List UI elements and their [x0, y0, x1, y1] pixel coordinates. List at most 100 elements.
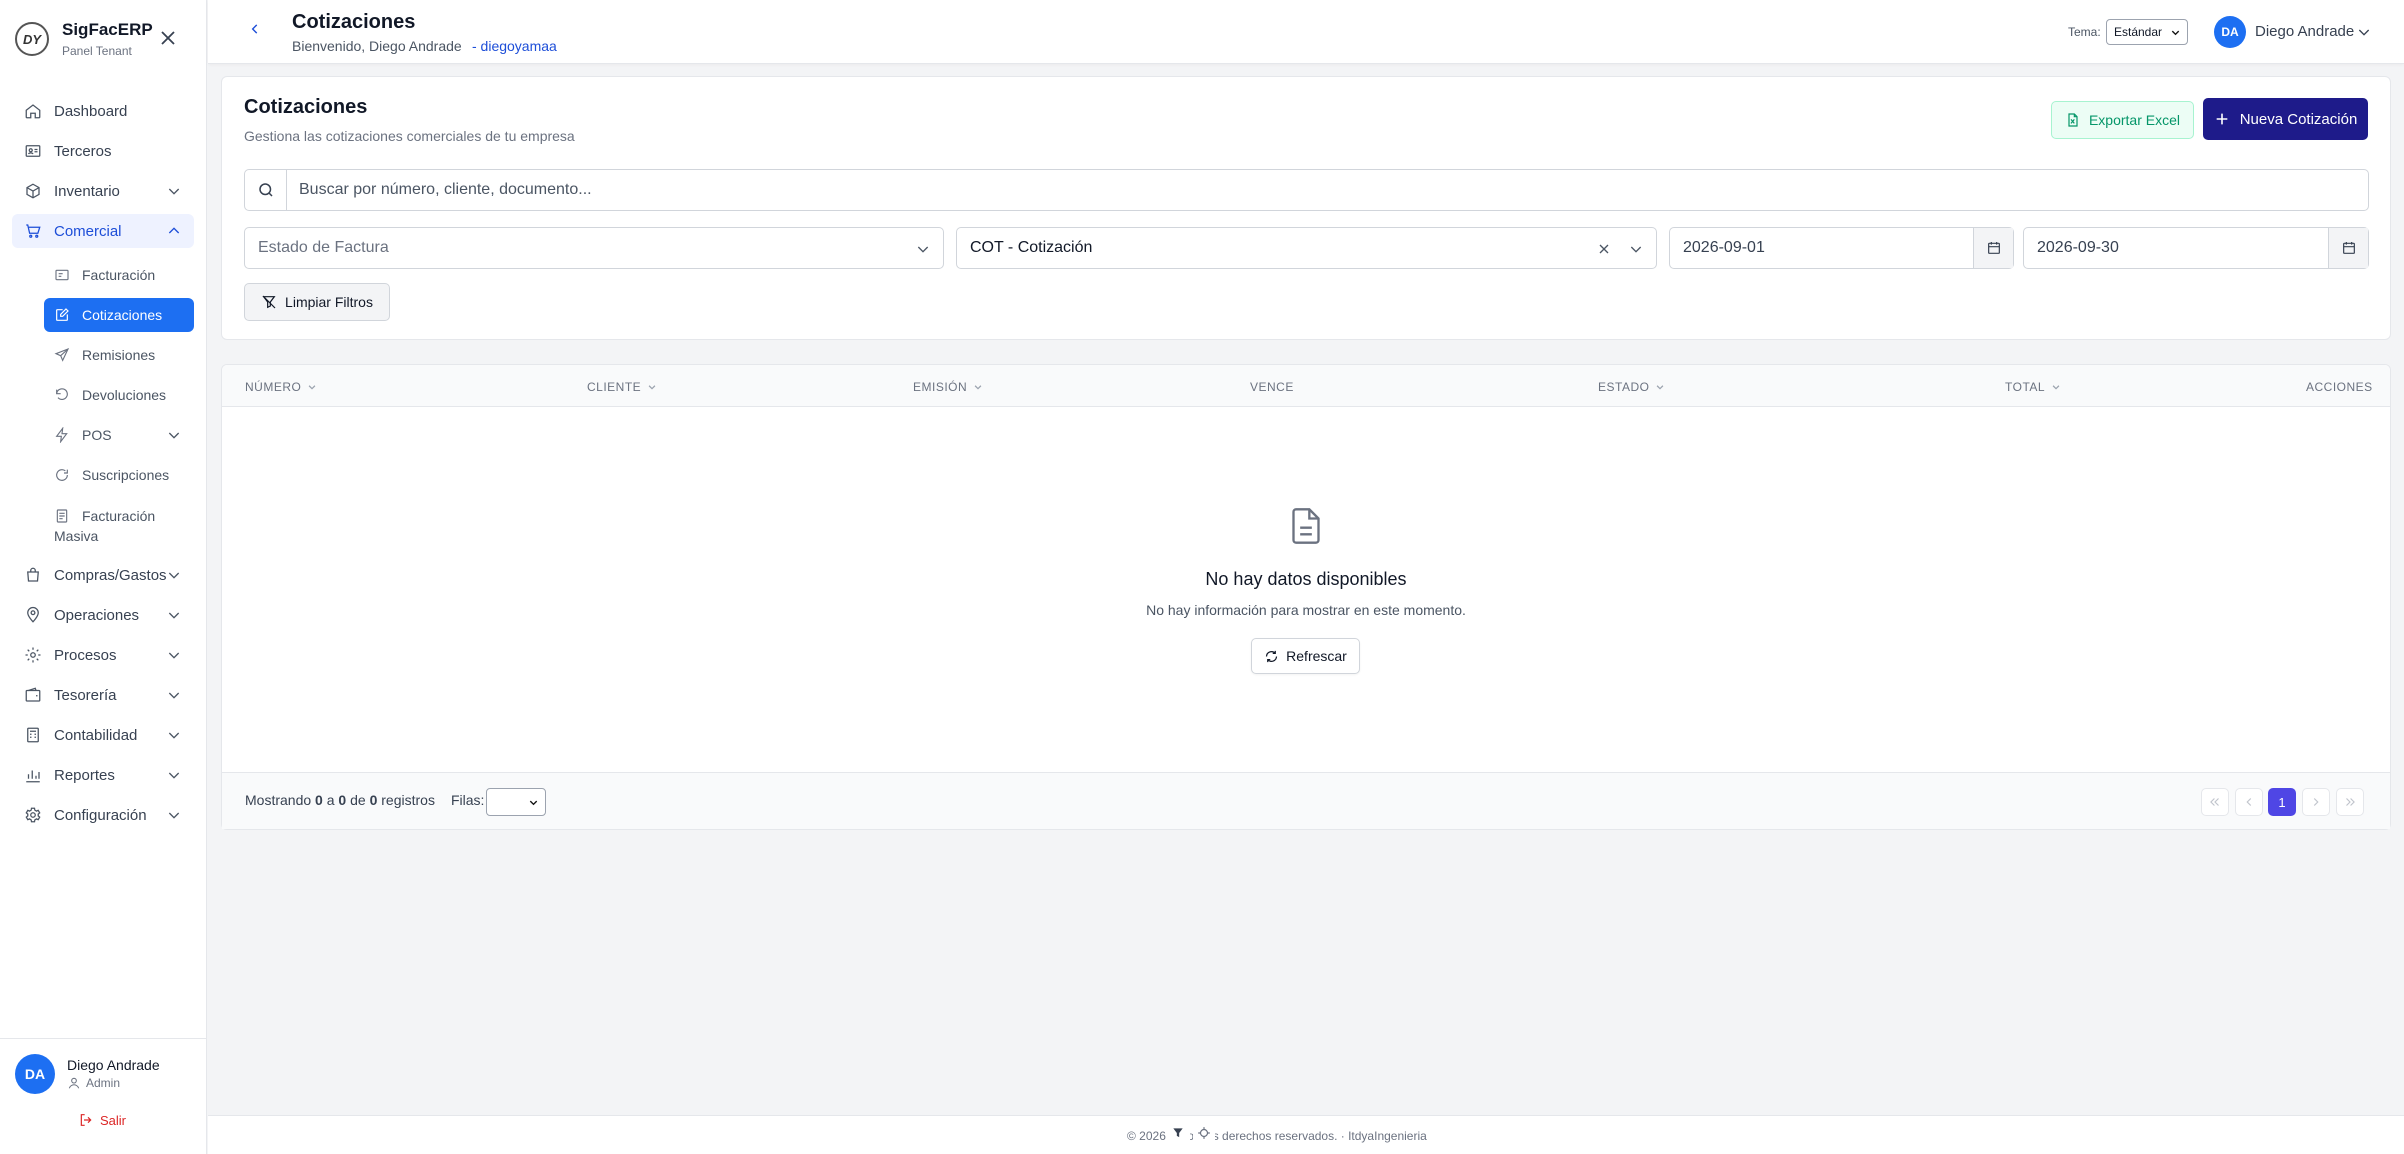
user-menu-chevron-icon[interactable]: [2356, 24, 2372, 40]
theme-value: Estándar: [2114, 25, 2163, 39]
refresh-label: Refrescar: [1286, 648, 1347, 664]
close-sidebar-icon[interactable]: [156, 26, 180, 50]
sidebar-item-tesoreria[interactable]: Tesorería: [12, 678, 194, 712]
settings-icon: [24, 806, 42, 824]
column-label: ACCIONES: [2306, 380, 2373, 394]
home-icon: [24, 102, 42, 120]
chevron-up-icon: [166, 223, 182, 239]
clear-filters-button[interactable]: Limpiar Filtros: [244, 283, 390, 321]
double-chevron-left-icon: [2210, 798, 2219, 806]
column-emision[interactable]: EMISIÓN: [913, 380, 983, 394]
date-from-input[interactable]: 2026-09-01: [1669, 227, 2014, 269]
user-icon: [67, 1076, 81, 1090]
sidebar-subitem-pos[interactable]: POS: [44, 418, 194, 452]
clear-selection-icon[interactable]: [1596, 241, 1612, 257]
first-page-button[interactable]: [2201, 788, 2229, 816]
user-role-row: Admin: [67, 1076, 120, 1090]
sidebar-subitem-facturacion-masiva[interactable]: Facturación Masiva: [44, 500, 194, 544]
next-page-button[interactable]: [2302, 788, 2330, 816]
brand-subtitle: Panel Tenant: [62, 44, 132, 58]
column-estado[interactable]: ESTADO: [1598, 380, 1665, 394]
bar-chart-icon: [24, 766, 42, 784]
theme-select[interactable]: Estándar: [2106, 19, 2188, 45]
table-footer: [222, 772, 2390, 829]
export-excel-button[interactable]: Exportar Excel: [2051, 101, 2194, 139]
logout-button[interactable]: Salir: [78, 1112, 126, 1128]
chevron-down-icon: [166, 807, 182, 823]
sidebar-item-compras[interactable]: Compras/Gastos: [12, 558, 194, 592]
filters-card: Cotizaciones Gestiona las cotizaciones c…: [221, 76, 2391, 340]
column-numero[interactable]: NÚMERO: [245, 380, 317, 394]
sidebar-subitem-facturacion[interactable]: Facturación: [44, 258, 194, 292]
tipo-documento-select[interactable]: COT - Cotización: [956, 227, 1657, 269]
sidebar-item-contabilidad[interactable]: Contabilidad: [12, 718, 194, 752]
avatar: DA: [15, 1054, 55, 1094]
prev-page-button[interactable]: [2235, 788, 2263, 816]
top-bar: Cotizaciones Bienvenido, Diego Andrade -…: [208, 0, 2404, 64]
tenant-link[interactable]: - diegoyamaa: [472, 38, 557, 54]
sidebar-item-terceros[interactable]: Terceros: [12, 134, 194, 168]
sidebar-item-dashboard[interactable]: Dashboard: [12, 94, 194, 128]
page-title: Cotizaciones: [244, 96, 368, 118]
estado-factura-select[interactable]: Estado de Factura: [244, 227, 944, 269]
sidebar-item-comercial[interactable]: Comercial: [12, 214, 194, 248]
sidebar-item-label: Dashboard: [54, 102, 128, 120]
search-icon: [245, 170, 287, 210]
calendar-icon[interactable]: [2328, 228, 2368, 268]
column-cliente[interactable]: CLIENTE: [587, 380, 657, 394]
sidebar-item-label: Cotizaciones: [82, 307, 163, 323]
sidebar-subitem-devoluciones[interactable]: Devoluciones: [44, 378, 194, 412]
refresh-button[interactable]: Refrescar: [1251, 638, 1360, 674]
filter-overlay-icon[interactable]: [1166, 1123, 1190, 1143]
sidebar-item-label: Procesos: [54, 646, 117, 664]
sidebar-item-procesos[interactable]: Procesos: [12, 638, 194, 672]
search-input[interactable]: Buscar por número, cliente, documento...: [287, 181, 592, 199]
cart-icon: [24, 222, 42, 240]
header-avatar[interactable]: DA: [2214, 16, 2246, 48]
header-user-name[interactable]: Diego Andrade: [2255, 23, 2354, 40]
new-quote-button[interactable]: Nueva Cotización: [2203, 98, 2368, 140]
chevron-down-icon: [166, 647, 182, 663]
export-label: Exportar Excel: [2088, 112, 2181, 128]
wallet-icon: [24, 686, 42, 704]
sidebar-item-reportes[interactable]: Reportes: [12, 758, 194, 792]
sidebar-item-configuracion[interactable]: Configuración: [12, 798, 194, 832]
sidebar-item-label: Comercial: [54, 222, 122, 240]
column-label: EMISIÓN: [913, 380, 968, 394]
sidebar-subitem-remisiones[interactable]: Remisiones: [44, 338, 194, 372]
empty-text: No hay información para mostrar en este …: [1146, 602, 1466, 618]
filter-clear-icon: [261, 294, 277, 310]
bolt-icon: [54, 427, 70, 443]
sidebar-item-operaciones[interactable]: Operaciones: [12, 598, 194, 632]
sidebar-item-label: POS: [82, 427, 112, 443]
edit-icon: [54, 307, 70, 323]
page-1-button[interactable]: 1: [2268, 788, 2296, 816]
sidebar-item-label: Remisiones: [82, 347, 156, 363]
column-total[interactable]: TOTAL: [2005, 380, 2061, 394]
calculator-icon: [24, 726, 42, 744]
clear-filters-label: Limpiar Filtros: [285, 294, 373, 310]
sidebar-item-label: Contabilidad: [54, 726, 138, 744]
sidebar-item-label: Reportes: [54, 766, 115, 784]
sidebar-item-label: Configuración: [54, 806, 147, 824]
page-header-title: Cotizaciones: [292, 11, 416, 33]
table-header: [222, 365, 2390, 407]
back-icon[interactable]: [248, 22, 262, 36]
target-overlay-icon[interactable]: [1193, 1123, 1215, 1143]
sidebar: DY SigFacERP Panel Tenant Dashboard Terc…: [0, 0, 207, 1154]
rows-per-page-select[interactable]: [486, 788, 546, 816]
sidebar-item-inventario[interactable]: Inventario: [12, 174, 194, 208]
plus-icon: [2214, 111, 2230, 127]
date-to-input[interactable]: 2026-09-30: [2023, 227, 2369, 269]
last-page-button[interactable]: [2336, 788, 2364, 816]
brand-name: SigFacERP: [62, 20, 153, 39]
logout-icon: [78, 1112, 94, 1128]
sidebar-item-label: Operaciones: [54, 606, 140, 624]
sidebar-item-label: Tesorería: [54, 686, 117, 704]
sidebar-subitem-cotizaciones[interactable]: Cotizaciones: [44, 298, 194, 332]
estado-placeholder: Estado de Factura: [258, 239, 389, 256]
sidebar-subitem-suscripciones[interactable]: Suscripciones: [44, 458, 194, 492]
sidebar-item-label: Terceros: [54, 142, 112, 160]
search-field[interactable]: Buscar por número, cliente, documento...: [244, 169, 2369, 211]
calendar-icon[interactable]: [1973, 228, 2013, 268]
